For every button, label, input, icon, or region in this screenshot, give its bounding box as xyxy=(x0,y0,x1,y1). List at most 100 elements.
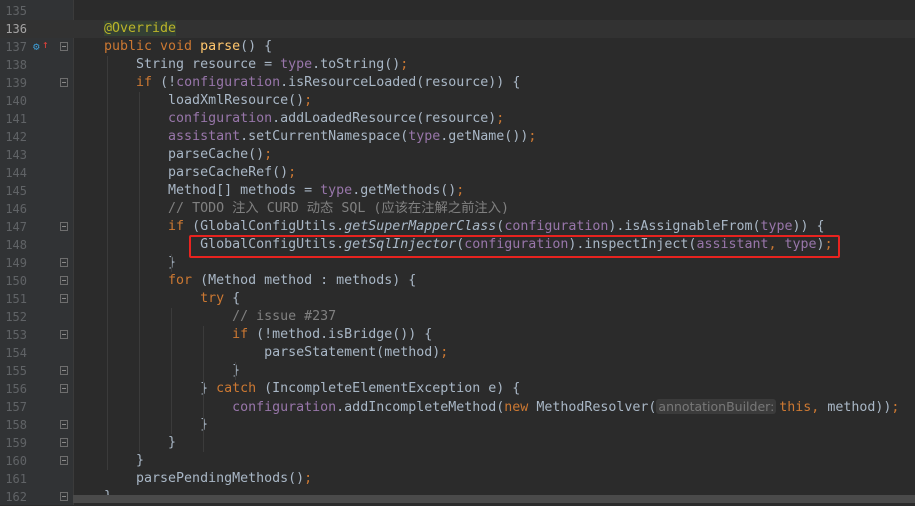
overriding-method-icon[interactable]: ⚙ xyxy=(33,40,40,53)
line-number: 153 xyxy=(5,328,27,342)
keyword: ; xyxy=(528,129,537,144)
line-number: 141 xyxy=(5,112,27,126)
field: configuration xyxy=(168,111,273,126)
keyword: ; xyxy=(456,183,465,198)
field: type xyxy=(280,57,313,72)
implements-up-arrow-icon[interactable]: ↑ xyxy=(42,38,49,51)
line-number: 138 xyxy=(5,58,27,72)
line-number: 145 xyxy=(5,184,27,198)
code-line[interactable]: 147 if (GlobalConfigUtils.getSuperMapper… xyxy=(0,218,915,236)
code-line[interactable]: 138 String resource = type.toString(); xyxy=(0,56,915,74)
keyword: for xyxy=(168,273,201,288)
code-text: () { xyxy=(240,39,273,54)
fold-end-icon[interactable] xyxy=(60,258,68,267)
method-name: parse xyxy=(200,39,241,54)
fold-end-icon[interactable] xyxy=(60,366,68,375)
code-text: loadXmlResource() xyxy=(104,93,305,108)
fold-end-icon[interactable] xyxy=(60,492,68,501)
code-line[interactable]: 143 parseCache(); xyxy=(0,146,915,164)
code-line[interactable]: 158 } xyxy=(0,416,915,434)
code-text: String resource = xyxy=(104,57,281,72)
code-line[interactable]: 161 parsePendingMethods(); xyxy=(0,470,915,488)
code-text: { xyxy=(232,291,241,306)
code-content: String resource = type.toString(); xyxy=(104,56,408,74)
horizontal-scrollbar[interactable] xyxy=(73,495,915,503)
keyword: ; xyxy=(496,111,505,126)
code-text: parsePendingMethods() xyxy=(104,471,305,486)
line-number: 158 xyxy=(5,418,27,432)
code-line[interactable]: 140 loadXmlResource(); xyxy=(0,92,915,110)
keyword: ; xyxy=(264,147,273,162)
line-number: 140 xyxy=(5,94,27,108)
line-number: 161 xyxy=(5,472,27,486)
fold-end-icon[interactable] xyxy=(60,456,68,465)
code-line[interactable]: 146 // TODO 注入 CURD 动态 SQL (应该在注解之前注入) xyxy=(0,200,915,218)
code-line[interactable]: 145 Method[] methods = type.getMethods()… xyxy=(0,182,915,200)
code-line[interactable]: 155 } xyxy=(0,362,915,380)
code-line[interactable]: 144 parseCacheRef(); xyxy=(0,164,915,182)
code-line[interactable]: 137 public void parse() { xyxy=(0,38,915,56)
code-text: .getMethods() xyxy=(352,183,457,198)
code-line[interactable]: 141 configuration.addLoadedResource(reso… xyxy=(0,110,915,128)
indent-guide xyxy=(171,254,172,272)
fold-collapse-icon[interactable] xyxy=(60,384,68,393)
code-line[interactable]: 154 parseStatement(method); xyxy=(0,344,915,362)
field: assistant xyxy=(168,129,241,144)
code-text: } xyxy=(104,255,177,270)
keyword: public void xyxy=(104,39,201,54)
fold-collapse-icon[interactable] xyxy=(60,294,68,303)
field: type xyxy=(408,129,441,144)
code-line[interactable]: 150 for (Method method : methods) { xyxy=(0,272,915,290)
code-content: try { xyxy=(104,290,240,308)
fold-collapse-icon[interactable] xyxy=(60,78,68,87)
line-number: 162 xyxy=(5,490,27,504)
code-line[interactable]: 151 try { xyxy=(0,290,915,308)
keyword: if xyxy=(168,219,193,234)
code-line[interactable]: 157 configuration.addIncompleteMethod(ne… xyxy=(0,398,915,416)
code-text: .isResourceLoaded(resource)) { xyxy=(280,75,521,90)
line-number: 155 xyxy=(5,364,27,378)
keyword: ; xyxy=(440,345,449,360)
code-content: if (!configuration.isResourceLoaded(reso… xyxy=(104,74,520,92)
keyword: try xyxy=(200,291,233,306)
code-line[interactable]: 135 xyxy=(0,2,915,20)
fold-end-icon[interactable] xyxy=(60,438,68,447)
code-text: } xyxy=(104,381,217,396)
line-number: 142 xyxy=(5,130,27,144)
indent-guide xyxy=(235,362,236,380)
code-text: } xyxy=(104,417,209,432)
code-line[interactable]: 152 // issue #237 xyxy=(0,308,915,326)
code-line[interactable]: 153 if (!method.isBridge()) { xyxy=(0,326,915,344)
code-text: } xyxy=(104,435,177,450)
code-line[interactable]: 159 } xyxy=(0,434,915,452)
code-line[interactable]: 156 } catch (IncompleteElementException … xyxy=(0,380,915,398)
code-text: method)) xyxy=(827,400,892,415)
fold-end-icon[interactable] xyxy=(60,420,68,429)
line-number: 144 xyxy=(5,166,27,180)
line-number: 160 xyxy=(5,454,27,468)
fold-collapse-icon[interactable] xyxy=(60,42,68,51)
fold-collapse-icon[interactable] xyxy=(60,276,68,285)
fold-collapse-icon[interactable] xyxy=(60,330,68,339)
code-content: // TODO 注入 CURD 动态 SQL (应该在注解之前注入) xyxy=(104,200,509,218)
annotation: @Override xyxy=(104,21,177,36)
line-number: 146 xyxy=(5,202,27,216)
code-content: } xyxy=(104,362,240,380)
line-number: 147 xyxy=(5,220,27,234)
code-line[interactable]: 160 } xyxy=(0,452,915,470)
line-number: 154 xyxy=(5,346,27,360)
code-text: Method[] methods = xyxy=(104,183,321,198)
code-line[interactable]: 136 @Override xyxy=(0,20,915,38)
keyword: this, xyxy=(779,400,828,415)
field: type xyxy=(320,183,353,198)
code-line[interactable]: 142 assistant.setCurrentNamespace(type.g… xyxy=(0,128,915,146)
code-content: parseCache(); xyxy=(104,146,272,164)
fold-collapse-icon[interactable] xyxy=(60,222,68,231)
code-line[interactable]: 139 if (!configuration.isResourceLoaded(… xyxy=(0,74,915,92)
